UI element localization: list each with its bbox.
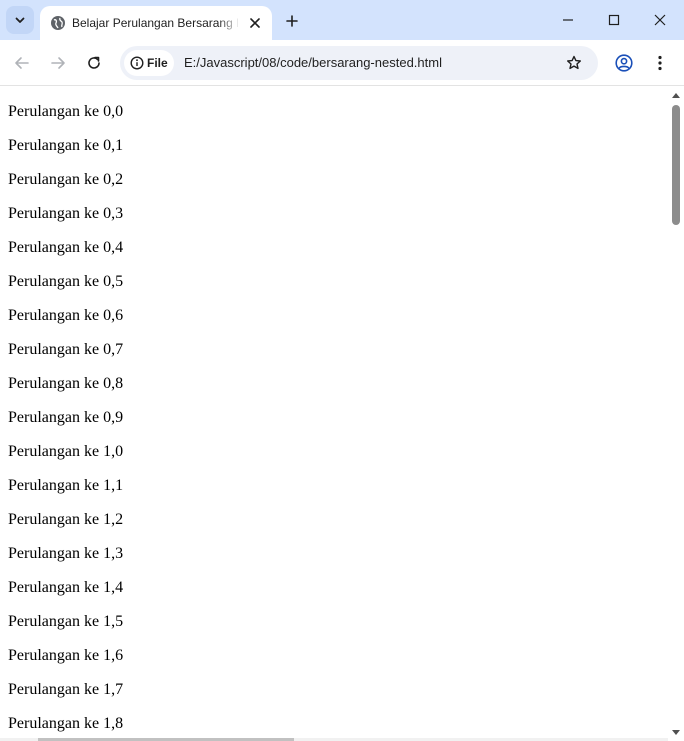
output-line: Perulangan ke 1,3 [8,545,124,562]
output-line: Perulangan ke 0,2 [8,171,124,188]
output-line: Perulangan ke 0,3 [8,205,124,222]
back-button[interactable] [10,51,34,75]
close-icon [654,14,666,26]
url-text[interactable]: E:/Javascript/08/code/bersarang-nested.h… [184,54,442,72]
output-line: Perulangan ke 0,4 [8,239,124,256]
scroll-thumb[interactable] [672,105,680,225]
output-line: Perulangan ke 0,1 [8,137,124,154]
scroll-up-arrow-icon[interactable] [672,92,680,98]
arrow-right-icon [51,57,65,69]
window-close-button[interactable] [648,8,672,32]
forward-button[interactable] [46,51,70,75]
reload-icon [88,56,100,69]
output-line: Perulangan ke 0,7 [8,341,124,358]
address-bar[interactable]: File E:/Javascript/08/code/bersarang-nes… [120,46,598,80]
close-icon [250,18,260,28]
star-icon [567,55,581,70]
reload-button[interactable] [82,51,106,75]
maximize-button[interactable] [602,8,626,32]
kebab-menu-icon [658,55,662,71]
chevron-down-icon [15,17,25,23]
new-tab-button[interactable] [280,9,304,33]
output-line: Perulangan ke 0,6 [8,307,124,324]
arrow-left-icon [15,57,29,69]
output-line: Perulangan ke 1,1 [8,477,124,494]
browser-tab[interactable]: Belajar Perulangan Bersarang Nested [40,6,272,40]
bookmark-button[interactable] [562,51,586,75]
tab-strip: Belajar Perulangan Bersarang Nested [0,0,684,40]
maximize-icon [608,14,620,26]
tab-close-button[interactable] [246,14,264,32]
minimize-icon [563,19,573,21]
output-line: Perulangan ke 1,6 [8,647,124,664]
output-line: Perulangan ke 0,5 [8,273,124,290]
output-line: Perulangan ke 1,0 [8,443,124,460]
page-viewport: Perulangan ke 0,0 Perulangan ke 0,1 Peru… [0,87,684,741]
site-info-chip[interactable]: File [124,50,174,76]
output-line: Perulangan ke 0,8 [8,375,124,392]
vertical-scrollbar[interactable] [668,87,684,741]
browser-toolbar: File E:/Javascript/08/code/bersarang-nes… [0,40,684,86]
minimize-button[interactable] [556,8,580,32]
output-line: Perulangan ke 1,4 [8,579,124,596]
browser-menu-button[interactable] [648,51,672,75]
globe-icon [51,16,65,30]
output-line: Perulangan ke 0,9 [8,409,124,426]
tab-search-button[interactable] [6,6,34,34]
tab-title: Belajar Perulangan Bersarang Nested [72,16,238,30]
output-line: Perulangan ke 1,7 [8,681,124,698]
profile-icon [615,54,633,72]
info-icon [130,56,144,70]
tab-title-fade [218,12,240,34]
page-content: Perulangan ke 0,0 Perulangan ke 0,1 Peru… [8,103,658,741]
site-info-label: File [147,56,168,70]
output-line: Perulangan ke 1,5 [8,613,124,630]
profile-button[interactable] [612,51,636,75]
output-line: Perulangan ke 0,0 [8,103,124,120]
scroll-down-arrow-icon[interactable] [672,730,680,736]
output-line: Perulangan ke 1,2 [8,511,124,528]
plus-icon [286,15,298,27]
